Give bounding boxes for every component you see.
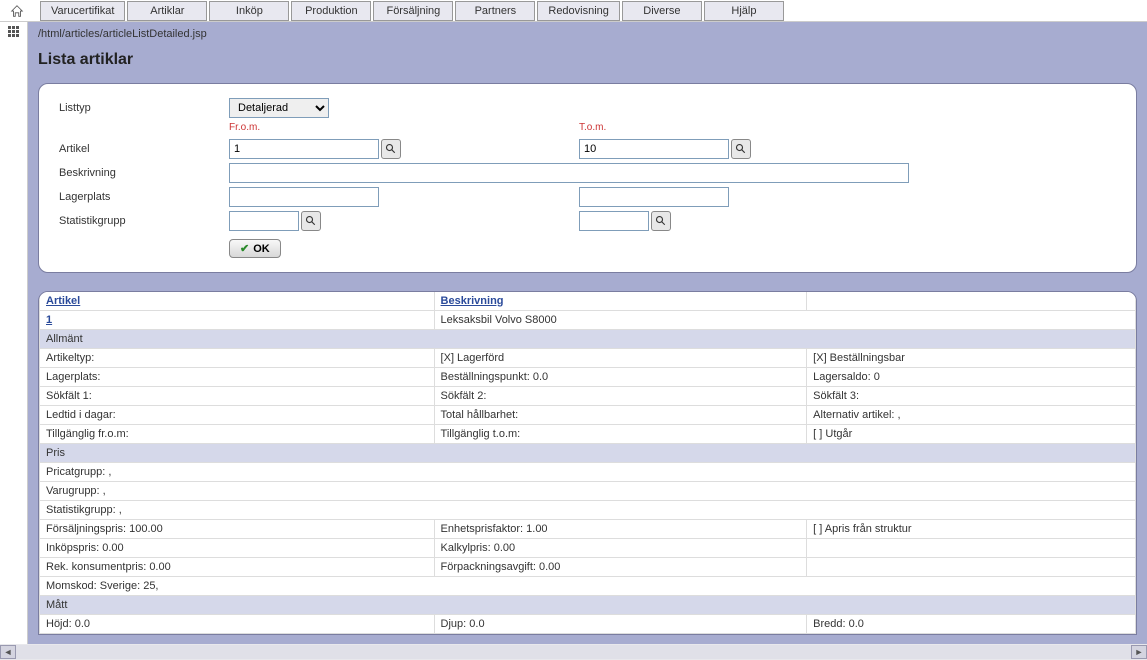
- cell: [ ] Apris från struktur: [807, 520, 1136, 539]
- cell: Djup: 0.0: [434, 615, 807, 634]
- grip-icon[interactable]: [8, 26, 19, 37]
- cell: Lagerplats:: [40, 368, 435, 387]
- results-panel: Artikel Beskrivning 1 Leksaksbil Volvo S…: [38, 291, 1137, 635]
- cell: Statistikgrupp: ,: [40, 501, 1136, 520]
- cell: Varugrupp: ,: [40, 482, 1136, 501]
- page-title: Lista artiklar: [38, 51, 1137, 69]
- cell: Inköpspris: 0.00: [40, 539, 435, 558]
- lagerplats-to-input[interactable]: [579, 187, 729, 207]
- cell: Sökfält 2:: [434, 387, 807, 406]
- cell: Beställningspunkt: 0.0: [434, 368, 807, 387]
- to-label: T.o.m.: [579, 122, 919, 133]
- cell: Höjd: 0.0: [40, 615, 435, 634]
- artikel-to-input[interactable]: [579, 139, 729, 159]
- cell: Enhetsprisfaktor: 1.00: [434, 520, 807, 539]
- lagerplats-label: Lagerplats: [59, 191, 219, 203]
- cell: [X] Lagerförd: [434, 349, 807, 368]
- menu-produktion[interactable]: Produktion: [291, 1, 371, 21]
- menu-varucertifikat[interactable]: Varucertifikat: [40, 1, 125, 21]
- menu-redovisning[interactable]: Redovisning: [537, 1, 620, 21]
- cell: Momskod: Sverige: 25,: [40, 577, 1136, 596]
- listtyp-label: Listtyp: [59, 102, 219, 114]
- beskrivning-input[interactable]: [229, 163, 909, 183]
- horizontal-scrollbar[interactable]: ◄ ►: [0, 644, 1147, 660]
- artikel-label: Artikel: [59, 143, 219, 155]
- article-id-link[interactable]: 1: [40, 311, 435, 330]
- statgrupp-from-search-icon[interactable]: [301, 211, 321, 231]
- article-desc: Leksaksbil Volvo S8000: [434, 311, 1135, 330]
- cell: Kalkylpris: 0.00: [434, 539, 807, 558]
- cell: Sökfält 1:: [40, 387, 435, 406]
- cell: Lagersaldo: 0: [807, 368, 1136, 387]
- statistikgrupp-label: Statistikgrupp: [59, 215, 219, 227]
- listtyp-select[interactable]: Detaljerad: [229, 98, 329, 118]
- cell: Ledtid i dagar:: [40, 406, 435, 425]
- section-matt: Mått: [40, 596, 1136, 615]
- statgrupp-from-input[interactable]: [229, 211, 299, 231]
- col-beskrivning[interactable]: Beskrivning: [434, 292, 807, 311]
- scroll-track[interactable]: [16, 645, 1131, 659]
- menu-partners[interactable]: Partners: [455, 1, 535, 21]
- cell: Bredd: 0.0: [807, 615, 1136, 634]
- cell: Artikeltyp:: [40, 349, 435, 368]
- cell: Rek. konsumentpris: 0.00: [40, 558, 435, 577]
- cell: Tillgänglig fr.o.m:: [40, 425, 435, 444]
- section-pris: Pris: [40, 444, 1136, 463]
- from-label: Fr.o.m.: [229, 122, 569, 133]
- cell: Tillgänglig t.o.m:: [434, 425, 807, 444]
- lagerplats-from-input[interactable]: [229, 187, 379, 207]
- statgrupp-to-search-icon[interactable]: [651, 211, 671, 231]
- home-icon[interactable]: [8, 2, 26, 20]
- artikel-to-search-icon[interactable]: [731, 139, 751, 159]
- scroll-left-icon[interactable]: ◄: [0, 645, 16, 659]
- cell: [X] Beställningsbar: [807, 349, 1136, 368]
- breadcrumb: /html/articles/articleListDetailed.jsp: [38, 22, 1137, 43]
- menu-diverse[interactable]: Diverse: [622, 1, 702, 21]
- statgrupp-to-input[interactable]: [579, 211, 649, 231]
- menu-artiklar[interactable]: Artiklar: [127, 1, 207, 21]
- artikel-from-input[interactable]: [229, 139, 379, 159]
- filter-panel: Listtyp Detaljerad Fr.o.m. T.o.m. Artike…: [38, 83, 1137, 273]
- cell: Pricatgrupp: ,: [40, 463, 1136, 482]
- ok-button[interactable]: OK: [229, 239, 281, 258]
- cell: Sökfält 3:: [807, 387, 1136, 406]
- cell: Total hållbarhet:: [434, 406, 807, 425]
- menu-inkop[interactable]: Inköp: [209, 1, 289, 21]
- cell: [ ] Utgår: [807, 425, 1136, 444]
- menu-hjalp[interactable]: Hjälp: [704, 1, 784, 21]
- cell: Alternativ artikel: ,: [807, 406, 1136, 425]
- beskrivning-label: Beskrivning: [59, 167, 219, 179]
- menu-forsaljning[interactable]: Försäljning: [373, 1, 453, 21]
- artikel-from-search-icon[interactable]: [381, 139, 401, 159]
- section-allmant: Allmänt: [40, 330, 1136, 349]
- cell: Försäljningspris: 100.00: [40, 520, 435, 539]
- col-artikel[interactable]: Artikel: [40, 292, 435, 311]
- scroll-right-icon[interactable]: ►: [1131, 645, 1147, 659]
- cell: Förpackningsavgift: 0.00: [434, 558, 807, 577]
